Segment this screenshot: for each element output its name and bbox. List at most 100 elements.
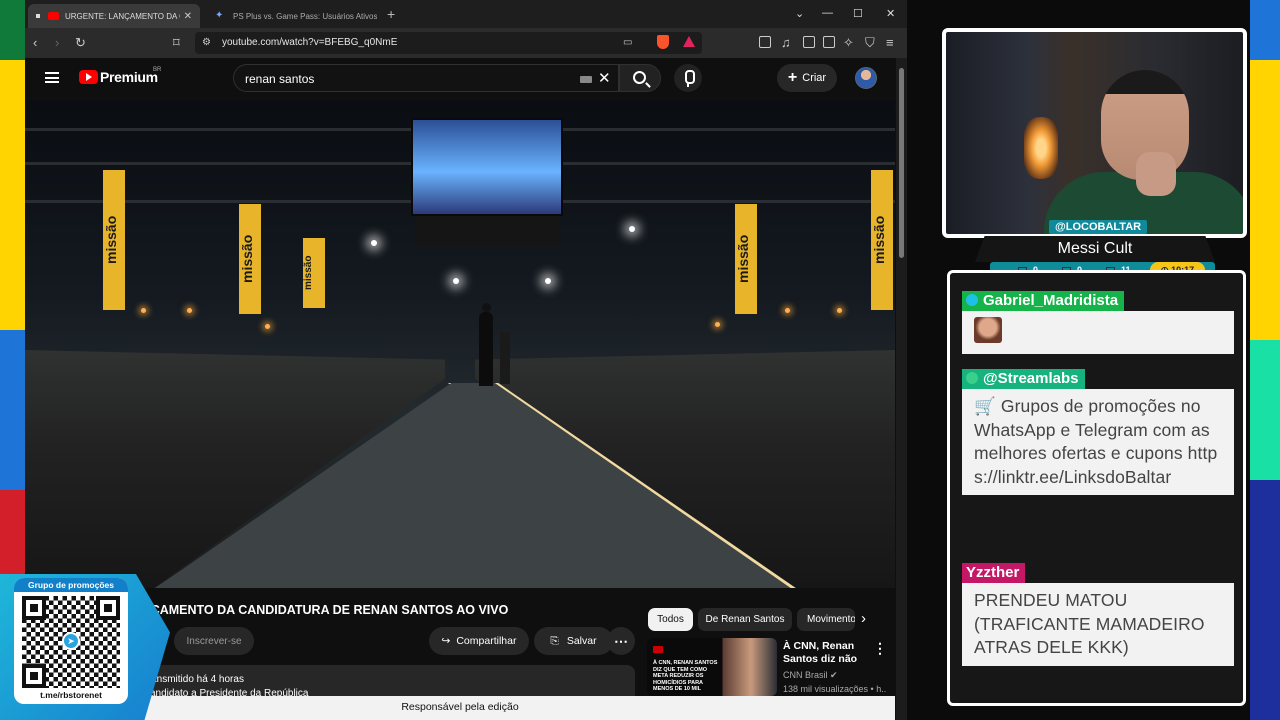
- tab-youtube[interactable]: URGENTE: LANÇAMENTO DA CANDIDATURA ✕: [28, 4, 200, 28]
- bg-shape: [1245, 60, 1280, 340]
- voice-search-button[interactable]: [674, 64, 702, 92]
- chip-movimento[interactable]: Movimento: [797, 608, 855, 631]
- address-bar[interactable]: ⚙ youtube.com/watch?v=BFEBG_q0NmE ▭: [195, 32, 702, 54]
- bookmark-icon[interactable]: ⌑: [173, 35, 180, 51]
- wallet-icon[interactable]: [823, 36, 835, 48]
- share-button[interactable]: ↪ Compartilhar: [429, 627, 529, 655]
- thumbnail-caption: À CNN, RENAN SANTOS DIZ QUE TEM COMO MET…: [653, 660, 718, 692]
- tab-list-chevron-icon[interactable]: ⌄: [795, 7, 804, 20]
- cnn-logo-icon: [653, 646, 663, 653]
- brave-shields-icon[interactable]: [657, 35, 669, 49]
- forward-icon[interactable]: ›: [55, 35, 59, 51]
- stage-light: [187, 308, 192, 313]
- search-button[interactable]: [619, 64, 661, 92]
- country-code: BR: [153, 67, 162, 73]
- chat-username: Gabriel_Madridista: [962, 291, 1125, 311]
- spotlight: [453, 278, 459, 284]
- video-banner: missão: [239, 204, 261, 314]
- close-tab-icon[interactable]: ✕: [184, 11, 192, 22]
- spotlight: [545, 278, 551, 284]
- youtube-favicon-icon: [48, 12, 59, 20]
- recommendation-meta: 138 mil visualizações • h...: [783, 684, 887, 694]
- hamburger-menu-icon[interactable]: [45, 72, 59, 83]
- video-banner: missão: [103, 170, 125, 310]
- qr-finder: [96, 596, 120, 620]
- bg-shape: [1245, 340, 1280, 480]
- reload-icon[interactable]: ↻: [75, 35, 86, 51]
- tab-gemini[interactable]: ✦ PS Plus vs. Game Pass: Usuários Ativos…: [207, 4, 385, 28]
- user-badge-icon: [966, 294, 978, 306]
- chat-message: Yzzther PRENDEU MATOU (TRAFICANTE MAMADE…: [962, 563, 1234, 666]
- recommendation-menu-icon[interactable]: ⋮: [873, 640, 887, 657]
- clear-search-icon[interactable]: ✕: [598, 69, 611, 87]
- video-player[interactable]: missão missão missão missão missão: [25, 100, 895, 588]
- share-icon: ↪: [441, 635, 451, 647]
- search-query[interactable]: renan santos: [245, 72, 314, 86]
- qr-link: t.me/rbstorenet: [40, 690, 102, 700]
- qr-finder: [22, 664, 46, 688]
- stream-title: Messi Cult: [975, 236, 1215, 262]
- brave-rewards-icon[interactable]: [683, 36, 695, 47]
- scrollbar-thumb[interactable]: [899, 68, 904, 258]
- media-icon[interactable]: ♫: [781, 35, 791, 51]
- channel-name: CNN Brasil: [783, 670, 828, 680]
- stage-light: [837, 308, 842, 313]
- qr-header: Grupo de promoções: [14, 578, 128, 592]
- footer-bar: Responsável pela edição: [25, 696, 895, 720]
- video-title: LANÇAMENTO DA CANDIDATURA DE RENAN SANTO…: [125, 603, 509, 617]
- bg-shape: [1245, 480, 1280, 720]
- qr-finder: [22, 596, 46, 620]
- lamp: [1024, 117, 1058, 179]
- search-input[interactable]: renan santos ✕: [233, 64, 619, 92]
- page-scrollbar[interactable]: [896, 58, 907, 720]
- chevron-right-icon[interactable]: ›: [861, 610, 866, 627]
- verified-icon: ✔: [830, 670, 838, 680]
- audio-icon: [36, 12, 44, 20]
- stage-light: [785, 308, 790, 313]
- chip-renan-santos[interactable]: De Renan Santos: [698, 608, 792, 631]
- url-text[interactable]: youtube.com/watch?v=BFEBG_q0NmE: [222, 37, 397, 48]
- gemini-favicon-icon: ✦: [215, 10, 224, 21]
- video-banner: missão: [303, 238, 325, 308]
- bg-shape: [0, 330, 25, 490]
- maximize-button[interactable]: ☐: [853, 7, 863, 20]
- youtube-header: Premium BR renan santos ✕ + Criar: [25, 58, 895, 98]
- extensions-icon[interactable]: [759, 36, 771, 48]
- menu-icon[interactable]: ≡: [886, 35, 894, 51]
- chat-username: @Streamlabs: [962, 369, 1085, 389]
- stage-light: [715, 322, 720, 327]
- keyboard-icon[interactable]: [580, 76, 592, 83]
- qr-code-card: Grupo de promoções ➤ t.me/rbstorenet: [14, 578, 128, 704]
- site-settings-icon[interactable]: ⚙: [202, 35, 211, 51]
- recommendation-channel[interactable]: CNN Brasil ✔: [783, 670, 838, 681]
- back-icon[interactable]: ‹: [33, 35, 37, 51]
- chat-message: @Streamlabs 🛒 Grupos de promoções no Wha…: [962, 369, 1234, 495]
- speaker-figure: [479, 303, 493, 386]
- save-icon: ⎘: [550, 634, 559, 647]
- streamer-hand: [1136, 152, 1176, 196]
- minimize-button[interactable]: —: [822, 7, 833, 19]
- telegram-icon: ➤: [62, 632, 80, 650]
- search-icon: [633, 71, 646, 84]
- avatar[interactable]: [855, 67, 877, 89]
- recommendation-thumbnail[interactable]: À CNN, RENAN SANTOS DIZ QUE TEM COMO MET…: [647, 638, 777, 696]
- stream-time: transmitido há 4 horas: [145, 674, 244, 685]
- cast-icon[interactable]: ▭: [623, 35, 632, 51]
- stage-screen: [411, 118, 563, 216]
- leo-ai-icon[interactable]: ✧: [843, 35, 854, 51]
- recommendation-title[interactable]: À CNN, Renan Santos diz não t...: [783, 640, 869, 666]
- save-label: Salvar: [566, 635, 597, 647]
- more-actions-button[interactable]: ⋯: [607, 627, 635, 655]
- vpn-icon[interactable]: ⛉: [865, 35, 875, 51]
- youtube-premium-label[interactable]: Premium: [100, 69, 158, 85]
- sidebar-icon[interactable]: [803, 36, 815, 48]
- tab-title: PS Plus vs. Game Pass: Usuários Ativos -…: [233, 11, 377, 21]
- chat-message-body: [962, 311, 1234, 354]
- close-window-button[interactable]: ✕: [886, 7, 895, 20]
- create-button[interactable]: + Criar: [777, 64, 837, 92]
- youtube-logo-icon[interactable]: [79, 70, 98, 84]
- subscribe-button[interactable]: Inscrever-se: [174, 627, 254, 655]
- save-button[interactable]: ⎘ Salvar: [534, 627, 613, 655]
- new-tab-button[interactable]: +: [387, 6, 395, 22]
- chip-all[interactable]: Todos: [648, 608, 693, 631]
